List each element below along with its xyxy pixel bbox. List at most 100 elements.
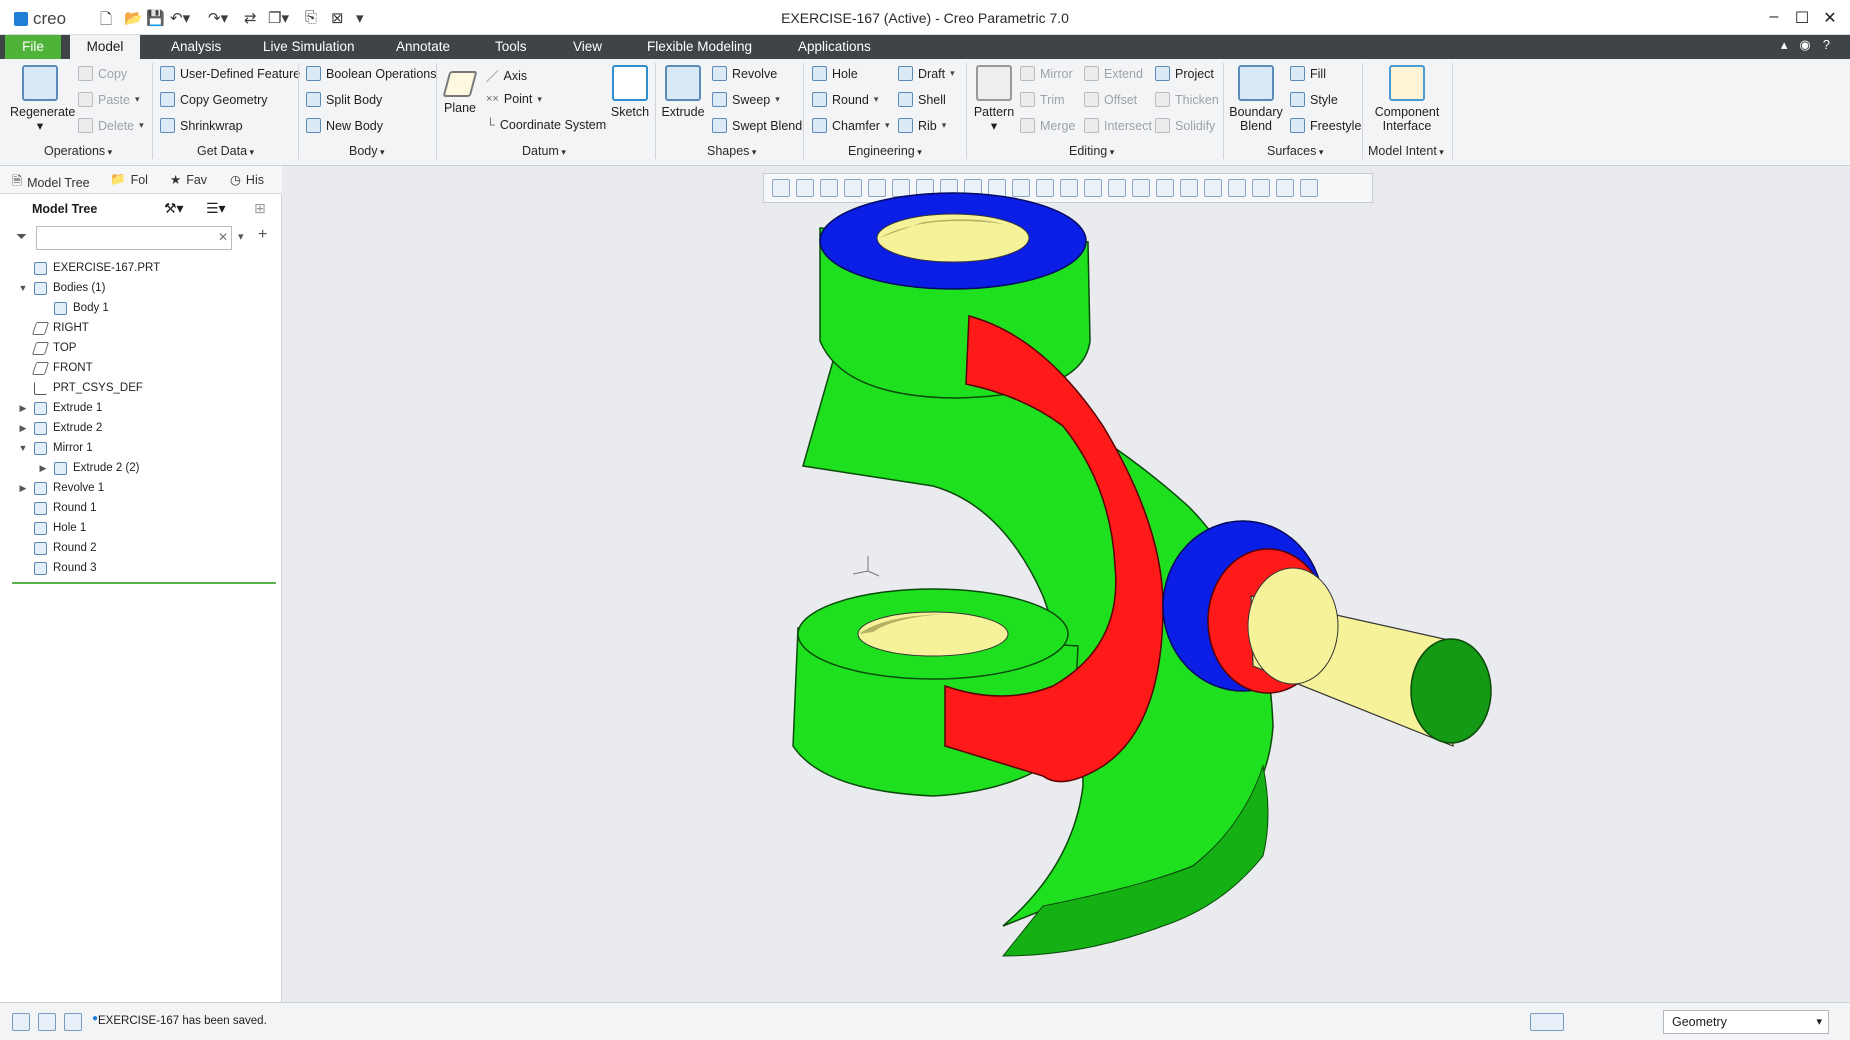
plane-button[interactable]: Plane: [440, 63, 480, 115]
tree-item[interactable]: ▼ Mirror 1: [18, 438, 93, 458]
split-body-button[interactable]: Split Body: [306, 92, 382, 107]
shrinkwrap-button[interactable]: Shrinkwrap: [160, 118, 243, 133]
paste-button[interactable]: Paste: [78, 92, 140, 107]
group-operations[interactable]: Operations: [44, 144, 112, 158]
shell-button[interactable]: Shell: [898, 92, 946, 107]
tree-item[interactable]: ▼ Bodies (1): [18, 278, 105, 298]
trim-button[interactable]: Trim: [1020, 92, 1065, 107]
extrude-button[interactable]: Extrude: [660, 63, 706, 119]
collapse-icon[interactable]: ▼: [18, 283, 28, 293]
tab-view[interactable]: View: [563, 35, 612, 59]
extend-button[interactable]: Extend: [1084, 66, 1143, 81]
tree-show-icon[interactable]: ☰▾: [206, 200, 226, 217]
project-button[interactable]: Project: [1155, 66, 1214, 81]
round-button[interactable]: Round: [812, 92, 878, 107]
tree-filter-icon[interactable]: ⊞: [254, 200, 266, 217]
group-datum[interactable]: Datum: [522, 144, 566, 158]
group-shapes[interactable]: Shapes: [707, 144, 756, 158]
hole-button[interactable]: Hole: [812, 66, 858, 81]
tree-item[interactable]: ▶ Extrude 2 (2): [38, 458, 139, 478]
point-button[interactable]: ×× Point: [486, 92, 542, 106]
group-model-intent[interactable]: Model Intent: [1368, 144, 1444, 158]
merge-button[interactable]: Merge: [1020, 118, 1075, 133]
delete-button[interactable]: Delete: [78, 118, 144, 133]
tab-folder-browser[interactable]: 📁 Fol: [110, 172, 148, 187]
toggle-navigator-icon[interactable]: [12, 1013, 30, 1031]
copy-button[interactable]: Copy: [78, 66, 127, 81]
tree-settings-icon[interactable]: ⚒▾: [164, 200, 184, 217]
graphics-window[interactable]: [283, 166, 1850, 1002]
tree-item[interactable]: Round 1: [18, 498, 96, 518]
expand-icon[interactable]: ▶: [38, 463, 48, 474]
group-get-data[interactable]: Get Data: [197, 144, 254, 158]
rib-button[interactable]: Rib: [898, 118, 946, 133]
tab-file[interactable]: File: [5, 35, 61, 59]
tab-live-simulation[interactable]: Live Simulation: [253, 35, 365, 59]
sketch-button[interactable]: Sketch: [610, 63, 650, 119]
revolve-button[interactable]: Revolve: [712, 66, 777, 81]
3d-model[interactable]: [283, 166, 1850, 1002]
browser-icon[interactable]: [38, 1013, 56, 1031]
tree-item[interactable]: RIGHT: [18, 318, 89, 338]
tree-search-input[interactable]: [36, 226, 232, 250]
tab-history[interactable]: ◷ His: [230, 172, 264, 188]
tab-favorites[interactable]: ★ Fav: [170, 172, 207, 188]
clear-search-icon[interactable]: ✕: [218, 230, 228, 244]
group-editing[interactable]: Editing: [1069, 144, 1114, 158]
copy-geometry-button[interactable]: Copy Geometry: [160, 92, 268, 107]
expand-icon[interactable]: ▶: [18, 403, 28, 414]
group-surfaces[interactable]: Surfaces: [1267, 144, 1323, 158]
solidify-button[interactable]: Solidify: [1155, 118, 1215, 133]
insert-indicator[interactable]: [12, 582, 276, 584]
boundary-blend-button[interactable]: Boundary Blend: [1228, 63, 1284, 133]
close-icon[interactable]: ✕: [1820, 8, 1840, 28]
axis-button[interactable]: ／ Axis: [486, 66, 527, 85]
tab-model[interactable]: Model: [70, 35, 140, 59]
mirror-button[interactable]: Mirror: [1020, 66, 1073, 81]
selection-filter[interactable]: Geometry: [1663, 1010, 1829, 1034]
search-options-icon[interactable]: ▾: [238, 230, 244, 243]
user-defined-feature-button[interactable]: User-Defined Feature: [160, 66, 300, 81]
sweep-button[interactable]: Sweep: [712, 92, 780, 107]
group-body[interactable]: Body: [349, 144, 385, 158]
tree-item[interactable]: ▶ Extrude 1: [18, 398, 102, 418]
thicken-button[interactable]: Thicken: [1155, 92, 1219, 107]
tree-item[interactable]: Body 1: [38, 298, 109, 318]
chamfer-button[interactable]: Chamfer: [812, 118, 889, 133]
maximize-icon[interactable]: ☐: [1792, 8, 1812, 28]
collapse-icon[interactable]: ▼: [18, 443, 28, 453]
component-interface-button[interactable]: Component Interface: [1370, 63, 1444, 133]
regenerate-button[interactable]: Regenerate ▾: [10, 63, 75, 133]
draft-button[interactable]: Draft: [898, 66, 955, 81]
tree-item[interactable]: Hole 1: [18, 518, 86, 538]
fill-button[interactable]: Fill: [1290, 66, 1326, 81]
boolean-operations-button[interactable]: Boolean Operations: [306, 66, 437, 81]
style-button[interactable]: Style: [1290, 92, 1338, 107]
tab-model-tree[interactable]: 🗎 Model Tree: [12, 172, 90, 193]
tab-flexible-modeling[interactable]: Flexible Modeling: [637, 35, 762, 59]
tree-item[interactable]: ▶ Extrude 2: [18, 418, 102, 438]
expand-icon[interactable]: ▶: [18, 483, 28, 494]
tree-item[interactable]: EXERCISE-167.PRT: [18, 258, 160, 278]
tree-item[interactable]: Round 3: [18, 558, 96, 578]
freestyle-button[interactable]: Freestyle: [1290, 118, 1361, 133]
pattern-button[interactable]: Pattern ▾: [970, 63, 1018, 133]
tab-annotate[interactable]: Annotate: [386, 35, 460, 59]
coordinate-system-button[interactable]: └ Coordinate System: [486, 118, 606, 132]
tree-item[interactable]: TOP: [18, 338, 76, 358]
minimize-icon[interactable]: –: [1764, 8, 1784, 26]
tab-applications[interactable]: Applications: [788, 35, 881, 59]
tree-item[interactable]: Round 2: [18, 538, 96, 558]
tree-item[interactable]: PRT_CSYS_DEF: [18, 378, 143, 398]
tree-item[interactable]: ▶ Revolve 1: [18, 478, 104, 498]
intersect-button[interactable]: Intersect: [1084, 118, 1152, 133]
expand-icon[interactable]: ▶: [18, 423, 28, 434]
swept-blend-button[interactable]: Swept Blend: [712, 118, 802, 133]
tab-tools[interactable]: Tools: [485, 35, 537, 59]
menubar-right-icons[interactable]: ▴◉?: [1781, 37, 1842, 53]
find-icon[interactable]: [1530, 1013, 1564, 1031]
offset-button[interactable]: Offset: [1084, 92, 1137, 107]
full-screen-icon[interactable]: [64, 1013, 82, 1031]
tab-analysis[interactable]: Analysis: [161, 35, 231, 59]
new-body-button[interactable]: New Body: [306, 118, 383, 133]
